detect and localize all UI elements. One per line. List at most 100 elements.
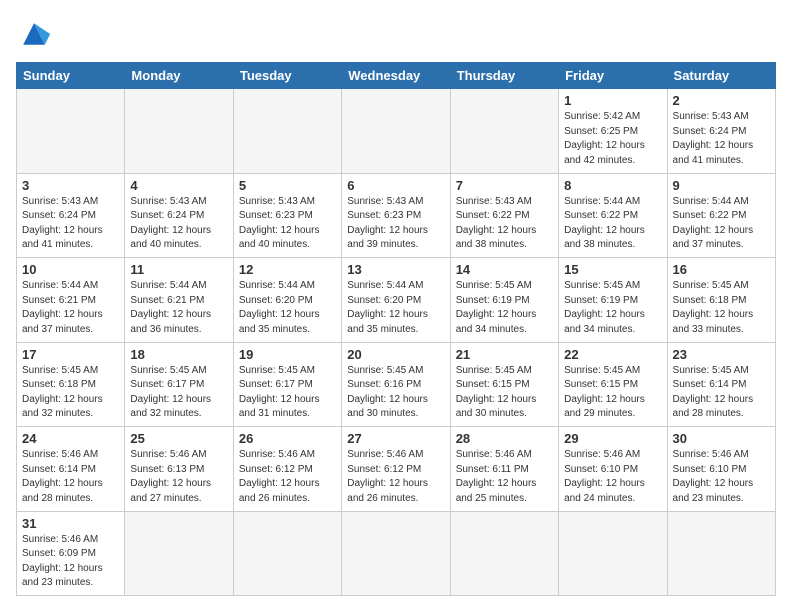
day-info: Sunrise: 5:42 AM Sunset: 6:25 PM Dayligh… xyxy=(564,110,661,168)
day-info: Sunrise: 5:46 AM Sunset: 6:12 PM Dayligh… xyxy=(347,448,444,506)
day-number: 5 xyxy=(239,178,336,193)
calendar-cell xyxy=(342,89,450,174)
header xyxy=(16,16,776,52)
calendar-week-row: 1 Sunrise: 5:42 AM Sunset: 6:25 PM Daylig… xyxy=(17,89,776,174)
header-monday: Monday xyxy=(125,63,233,89)
calendar-cell xyxy=(17,89,125,174)
logo xyxy=(16,16,56,52)
header-sunday: Sunday xyxy=(17,63,125,89)
calendar-cell: 19Sunrise: 5:45 AM Sunset: 6:17 PM Dayli… xyxy=(233,342,341,427)
day-number: 30 xyxy=(673,431,770,446)
day-number: 25 xyxy=(130,431,227,446)
day-number: 1 xyxy=(564,93,661,108)
day-info: Sunrise: 5:46 AM Sunset: 6:14 PM Dayligh… xyxy=(22,448,119,506)
day-info: Sunrise: 5:45 AM Sunset: 6:15 PM Dayligh… xyxy=(456,364,553,422)
calendar-cell: 30 Sunrise: 5:46 AM Sunset: 6:10 PM Dayli… xyxy=(667,427,775,512)
day-number: 26 xyxy=(239,431,336,446)
day-number: 12 xyxy=(239,262,336,277)
day-info: Sunrise: 5:45 AM Sunset: 6:17 PM Dayligh… xyxy=(130,364,227,422)
calendar-cell: 24 Sunrise: 5:46 AM Sunset: 6:14 PM Dayli… xyxy=(17,427,125,512)
day-number: 9 xyxy=(673,178,770,193)
day-number: 20 xyxy=(347,347,444,362)
calendar-week-row: 31 Sunrise: 5:46 AM Sunset: 6:09 PM Dayli… xyxy=(17,511,776,596)
day-info: Sunrise: 5:45 AM Sunset: 6:15 PM Dayligh… xyxy=(564,364,661,422)
day-number: 6 xyxy=(347,178,444,193)
calendar-cell: 31 Sunrise: 5:46 AM Sunset: 6:09 PM Dayli… xyxy=(17,511,125,596)
day-number: 10 xyxy=(22,262,119,277)
calendar-cell xyxy=(125,89,233,174)
day-info: Sunrise: 5:46 AM Sunset: 6:09 PM Dayligh… xyxy=(22,533,119,591)
day-number: 16 xyxy=(673,262,770,277)
calendar-week-row: 10 Sunrise: 5:44 AM Sunset: 6:21 PM Dayli… xyxy=(17,258,776,343)
day-info: Sunrise: 5:46 AM Sunset: 6:11 PM Dayligh… xyxy=(456,448,553,506)
generalblue-logo-icon xyxy=(16,16,52,52)
day-number: 14 xyxy=(456,262,553,277)
day-number: 11 xyxy=(130,262,227,277)
calendar-cell xyxy=(233,511,341,596)
header-friday: Friday xyxy=(559,63,667,89)
day-info: Sunrise: 5:43 AM Sunset: 6:24 PM Dayligh… xyxy=(130,195,227,253)
calendar-cell xyxy=(450,89,558,174)
day-info: Sunrise: 5:43 AM Sunset: 6:23 PM Dayligh… xyxy=(239,195,336,253)
day-info: Sunrise: 5:46 AM Sunset: 6:12 PM Dayligh… xyxy=(239,448,336,506)
calendar-cell: 18 Sunrise: 5:45 AM Sunset: 6:17 PM Dayli… xyxy=(125,342,233,427)
day-number: 17 xyxy=(22,347,119,362)
calendar-cell xyxy=(559,511,667,596)
day-info: Sunrise: 5:46 AM Sunset: 6:13 PM Dayligh… xyxy=(130,448,227,506)
day-info: Sunrise: 5:45 AM Sunset: 6:19 PM Dayligh… xyxy=(564,279,661,337)
day-number: 7 xyxy=(456,178,553,193)
day-number: 13 xyxy=(347,262,444,277)
day-number: 2 xyxy=(673,93,770,108)
day-info: Sunrise: 5:44 AM Sunset: 6:21 PM Dayligh… xyxy=(130,279,227,337)
calendar-cell: 15 Sunrise: 5:45 AM Sunset: 6:19 PM Dayli… xyxy=(559,258,667,343)
calendar-cell: 8 Sunrise: 5:44 AM Sunset: 6:22 PM Daylig… xyxy=(559,173,667,258)
day-info: Sunrise: 5:43 AM Sunset: 6:24 PM Dayligh… xyxy=(673,110,770,168)
day-number: 29 xyxy=(564,431,661,446)
day-number: 4 xyxy=(130,178,227,193)
day-info: Sunrise: 5:44 AM Sunset: 6:22 PM Dayligh… xyxy=(564,195,661,253)
day-info: Sunrise: 5:45 AM Sunset: 6:14 PM Dayligh… xyxy=(673,364,770,422)
calendar-cell: 7Sunrise: 5:43 AM Sunset: 6:22 PM Daylig… xyxy=(450,173,558,258)
day-info: Sunrise: 5:43 AM Sunset: 6:23 PM Dayligh… xyxy=(347,195,444,253)
calendar-cell: 28 Sunrise: 5:46 AM Sunset: 6:11 PM Dayli… xyxy=(450,427,558,512)
calendar-cell: 1 Sunrise: 5:42 AM Sunset: 6:25 PM Daylig… xyxy=(559,89,667,174)
day-number: 3 xyxy=(22,178,119,193)
day-number: 24 xyxy=(22,431,119,446)
header-tuesday: Tuesday xyxy=(233,63,341,89)
day-number: 8 xyxy=(564,178,661,193)
calendar-cell: 23Sunrise: 5:45 AM Sunset: 6:14 PM Dayli… xyxy=(667,342,775,427)
day-number: 22 xyxy=(564,347,661,362)
calendar-cell: 14Sunrise: 5:45 AM Sunset: 6:19 PM Dayli… xyxy=(450,258,558,343)
calendar-cell: 25 Sunrise: 5:46 AM Sunset: 6:13 PM Dayli… xyxy=(125,427,233,512)
day-info: Sunrise: 5:45 AM Sunset: 6:16 PM Dayligh… xyxy=(347,364,444,422)
calendar-cell: 26 Sunrise: 5:46 AM Sunset: 6:12 PM Dayli… xyxy=(233,427,341,512)
calendar-cell xyxy=(667,511,775,596)
calendar-cell: 5 Sunrise: 5:43 AM Sunset: 6:23 PM Daylig… xyxy=(233,173,341,258)
header-thursday: Thursday xyxy=(450,63,558,89)
calendar-cell xyxy=(125,511,233,596)
calendar-cell: 4 Sunrise: 5:43 AM Sunset: 6:24 PM Daylig… xyxy=(125,173,233,258)
calendar-week-row: 24 Sunrise: 5:46 AM Sunset: 6:14 PM Dayli… xyxy=(17,427,776,512)
calendar-cell: 12 Sunrise: 5:44 AM Sunset: 6:20 PM Dayli… xyxy=(233,258,341,343)
day-number: 28 xyxy=(456,431,553,446)
calendar-cell xyxy=(342,511,450,596)
calendar-cell: 20 Sunrise: 5:45 AM Sunset: 6:16 PM Dayli… xyxy=(342,342,450,427)
day-number: 15 xyxy=(564,262,661,277)
calendar-week-row: 3 Sunrise: 5:43 AM Sunset: 6:24 PM Daylig… xyxy=(17,173,776,258)
day-info: Sunrise: 5:46 AM Sunset: 6:10 PM Dayligh… xyxy=(673,448,770,506)
day-info: Sunrise: 5:45 AM Sunset: 6:18 PM Dayligh… xyxy=(673,279,770,337)
day-number: 31 xyxy=(22,516,119,531)
day-info: Sunrise: 5:44 AM Sunset: 6:22 PM Dayligh… xyxy=(673,195,770,253)
day-info: Sunrise: 5:45 AM Sunset: 6:17 PM Dayligh… xyxy=(239,364,336,422)
day-info: Sunrise: 5:44 AM Sunset: 6:20 PM Dayligh… xyxy=(347,279,444,337)
calendar-cell: 21Sunrise: 5:45 AM Sunset: 6:15 PM Dayli… xyxy=(450,342,558,427)
header-wednesday: Wednesday xyxy=(342,63,450,89)
header-saturday: Saturday xyxy=(667,63,775,89)
day-number: 18 xyxy=(130,347,227,362)
day-number: 27 xyxy=(347,431,444,446)
day-info: Sunrise: 5:44 AM Sunset: 6:20 PM Dayligh… xyxy=(239,279,336,337)
calendar-cell: 10Sunrise: 5:44 AM Sunset: 6:21 PM Dayli… xyxy=(17,258,125,343)
calendar-cell: 9 Sunrise: 5:44 AM Sunset: 6:22 PM Daylig… xyxy=(667,173,775,258)
page: Sunday Monday Tuesday Wednesday Thursday… xyxy=(0,0,792,612)
day-info: Sunrise: 5:46 AM Sunset: 6:10 PM Dayligh… xyxy=(564,448,661,506)
